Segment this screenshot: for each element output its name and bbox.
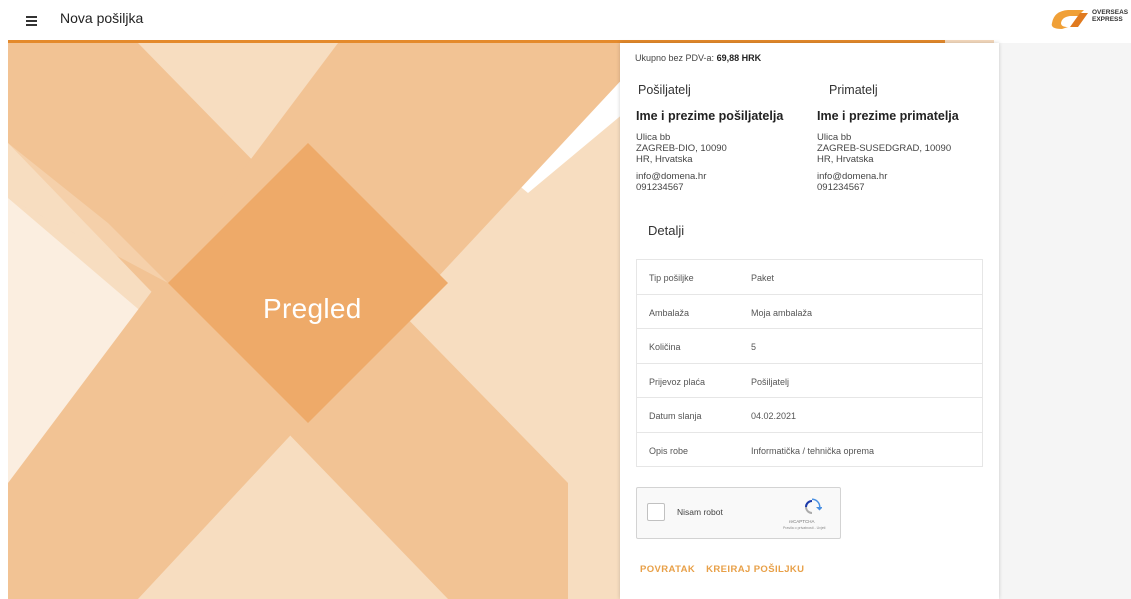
sender-name: Ime i prezime pošiljatelja	[636, 109, 784, 123]
sender-column: Pošiljatelj Ime i prezime pošiljatelja U…	[636, 83, 806, 193]
app-bar: Nova pošiljka OVERSEAS EXPRESS	[0, 0, 1131, 40]
recaptcha-label: Nisam robot	[677, 507, 723, 517]
receiver-column: Primatelj Ime i prezime primatelja Ulica…	[817, 83, 987, 193]
back-button[interactable]: POVRATAK	[640, 564, 695, 575]
row-label: Tip pošiljke	[649, 273, 694, 283]
total-value: 69,88 HRK	[716, 53, 762, 63]
receiver-email: info@domena.hr	[817, 171, 888, 182]
row-value: Moja ambalaža	[751, 307, 813, 318]
row-label: Opis robe	[649, 445, 689, 456]
recaptcha-widget: Nisam robot reCAPTCHA Pravila o privatno…	[636, 487, 841, 539]
row-label: Količina	[649, 342, 681, 352]
receiver-heading: Primatelj	[829, 83, 878, 97]
row-label: Ambalaža	[649, 307, 690, 318]
row-value: Paket	[751, 273, 775, 283]
receiver-contact: info@domena.hr 091234567	[817, 171, 987, 193]
receiver-street: Ulica bb	[817, 132, 852, 143]
page-title: Nova pošiljka	[60, 10, 144, 26]
table-row: Količina 5	[637, 329, 982, 364]
row-value: Informatička / tehnička oprema	[751, 445, 875, 456]
total-label: Ukupno bez PDV-a:	[635, 53, 715, 63]
receiver-city: ZAGREB-SUSEDGRAD, 10090	[817, 143, 952, 154]
hero-title: Pregled	[263, 293, 362, 324]
row-label: Datum slanja	[649, 411, 702, 421]
table-row: Ambalaža Moja ambalaža	[637, 295, 982, 329]
sender-street: Ulica bb	[636, 132, 671, 143]
total-without-vat: Ukupno bez PDV-a: 69,88 HRK	[635, 53, 761, 63]
sender-country: HR, Hrvatska	[636, 154, 693, 165]
logo-wordmark: OVERSEAS EXPRESS	[1092, 9, 1129, 23]
hamburger-menu-icon[interactable]	[24, 12, 42, 28]
sender-city: ZAGREB-DIO, 10090	[636, 143, 727, 154]
sender-heading: Pošiljatelj	[638, 83, 691, 97]
sender-contact: info@domena.hr 091234567	[636, 171, 806, 193]
create-shipment-button[interactable]: KREIRAJ POŠILJKU	[706, 564, 804, 575]
table-row: Opis robe Informatička / tehnička oprema	[637, 433, 982, 467]
right-gutter	[994, 43, 1131, 599]
receiver-country: HR, Hrvatska	[817, 154, 874, 165]
recaptcha-checkbox[interactable]	[647, 503, 665, 521]
row-value: 5	[751, 342, 757, 352]
row-label: Prijevoz plaća	[649, 376, 706, 387]
receiver-name: Ime i prezime primatelja	[817, 109, 959, 123]
recaptcha-brand: reCAPTCHA	[789, 519, 815, 524]
sender-phone: 091234567	[636, 182, 684, 193]
table-row: Prijevoz plaća Pošiljatelj	[637, 364, 982, 398]
row-value: 04.02.2021	[751, 411, 797, 421]
table-row: Tip pošiljke Paket	[637, 260, 982, 295]
receiver-address: Ulica bb ZAGREB-SUSEDGRAD, 10090 HR, Hrv…	[817, 132, 987, 165]
receiver-phone: 091234567	[817, 182, 865, 193]
review-card: Ukupno bez PDV-a: 69,88 HRK Pošiljatelj …	[620, 43, 999, 599]
table-row: Datum slanja 04.02.2021	[637, 398, 982, 433]
details-heading: Detalji	[648, 223, 685, 238]
recaptcha-icon	[805, 498, 822, 514]
recaptcha-terms-link[interactable]: Pravila o privatnosti - Uvjeti	[783, 526, 825, 530]
row-value: Pošiljatelj	[751, 376, 790, 387]
details-table: Tip pošiljke Paket Ambalaža Moja ambalaž…	[636, 259, 983, 467]
card-actions: POVRATAK KREIRAJ POŠILJKU	[640, 564, 812, 575]
sender-email: info@domena.hr	[636, 171, 707, 182]
sender-address: Ulica bb ZAGREB-DIO, 10090 HR, Hrvatska	[636, 132, 806, 165]
